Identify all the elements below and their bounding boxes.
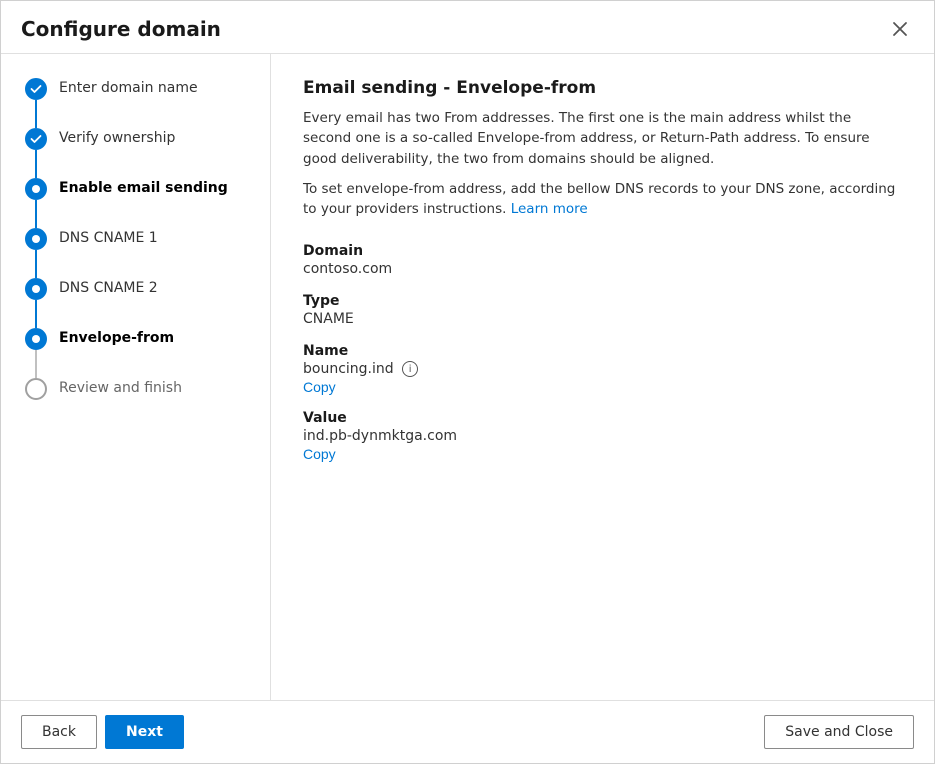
name-value: bouncing.ind i [303,361,902,377]
field-domain: Domain contoso.com [303,243,902,279]
section-title: Email sending - Envelope-from [303,78,902,98]
domain-value: contoso.com [303,261,902,277]
step-line-1 [35,100,37,128]
active-dot-6 [32,335,40,343]
domain-label: Domain [303,243,902,259]
checkmark-icon-2 [30,133,42,145]
save-close-button[interactable]: Save and Close [764,715,914,749]
description-1: Every email has two From addresses. The … [303,108,902,169]
step-icon-enable-email [25,178,47,200]
step-item-dns-cname-1: DNS CNAME 1 [25,228,270,278]
step-icon-dns-cname-2 [25,278,47,300]
step-label-dns-cname-1: DNS CNAME 1 [59,228,158,274]
step-item-enter-domain: Enter domain name [25,78,270,128]
step-line-4 [35,250,37,278]
step-item-enable-email: Enable email sending [25,178,270,228]
dialog-header: Configure domain [1,1,934,54]
step-item-verify-ownership: Verify ownership [25,128,270,178]
step-line-5 [35,300,37,328]
dialog-title: Configure domain [21,17,221,41]
next-button[interactable]: Next [105,715,184,749]
step-item-dns-cname-2: DNS CNAME 2 [25,278,270,328]
step-connector-3 [25,178,47,228]
info-icon-name: i [402,361,418,377]
description-2-text: To set envelope-from address, add the be… [303,181,895,217]
step-icon-review-finish [25,378,47,400]
step-line-2 [35,150,37,178]
value-label: Value [303,410,902,426]
step-item-envelope-from: Envelope-from [25,328,270,378]
configure-domain-dialog: Configure domain [0,0,935,764]
step-list: Enter domain name Verify ownership [25,78,270,424]
dialog-footer: Back Next Save and Close [1,700,934,763]
type-label: Type [303,293,902,309]
step-icon-dns-cname-1 [25,228,47,250]
step-label-enter-domain: Enter domain name [59,78,198,124]
main-content: Email sending - Envelope-from Every emai… [271,54,934,700]
type-value: CNAME [303,311,902,327]
field-value: Value ind.pb-dynmktga.com Copy [303,410,902,463]
step-connector-5 [25,278,47,328]
dialog-body: Enter domain name Verify ownership [1,54,934,700]
description-2: To set envelope-from address, add the be… [303,179,902,220]
field-type: Type CNAME [303,293,902,329]
footer-left-buttons: Back Next [21,715,184,749]
name-value-text: bouncing.ind [303,361,394,377]
back-button[interactable]: Back [21,715,97,749]
step-label-review-finish: Review and finish [59,378,182,424]
value-value-text: ind.pb-dynmktga.com [303,428,902,444]
step-connector-6 [25,328,47,378]
step-icon-envelope-from [25,328,47,350]
step-item-review-finish: Review and finish [25,378,270,424]
step-connector-4 [25,228,47,278]
step-icon-enter-domain [25,78,47,100]
close-button[interactable] [886,17,914,41]
field-name: Name bouncing.ind i Copy [303,343,902,396]
step-connector-2 [25,128,47,178]
active-dot-5 [32,285,40,293]
sidebar: Enter domain name Verify ownership [1,54,271,700]
learn-more-link[interactable]: Learn more [511,201,588,217]
copy-name-button[interactable]: Copy [303,379,336,395]
step-label-enable-email: Enable email sending [59,178,228,224]
active-dot-4 [32,235,40,243]
name-label: Name [303,343,902,359]
active-dot [32,185,40,193]
step-line-3 [35,200,37,228]
step-label-envelope-from: Envelope-from [59,328,174,374]
checkmark-icon [30,83,42,95]
step-label-verify-ownership: Verify ownership [59,128,175,174]
step-connector-7 [25,378,47,400]
step-icon-verify-ownership [25,128,47,150]
step-connector-1 [25,78,47,128]
close-icon [892,21,908,37]
step-line-6 [35,350,37,378]
step-label-dns-cname-2: DNS CNAME 2 [59,278,158,324]
copy-value-button[interactable]: Copy [303,446,336,462]
